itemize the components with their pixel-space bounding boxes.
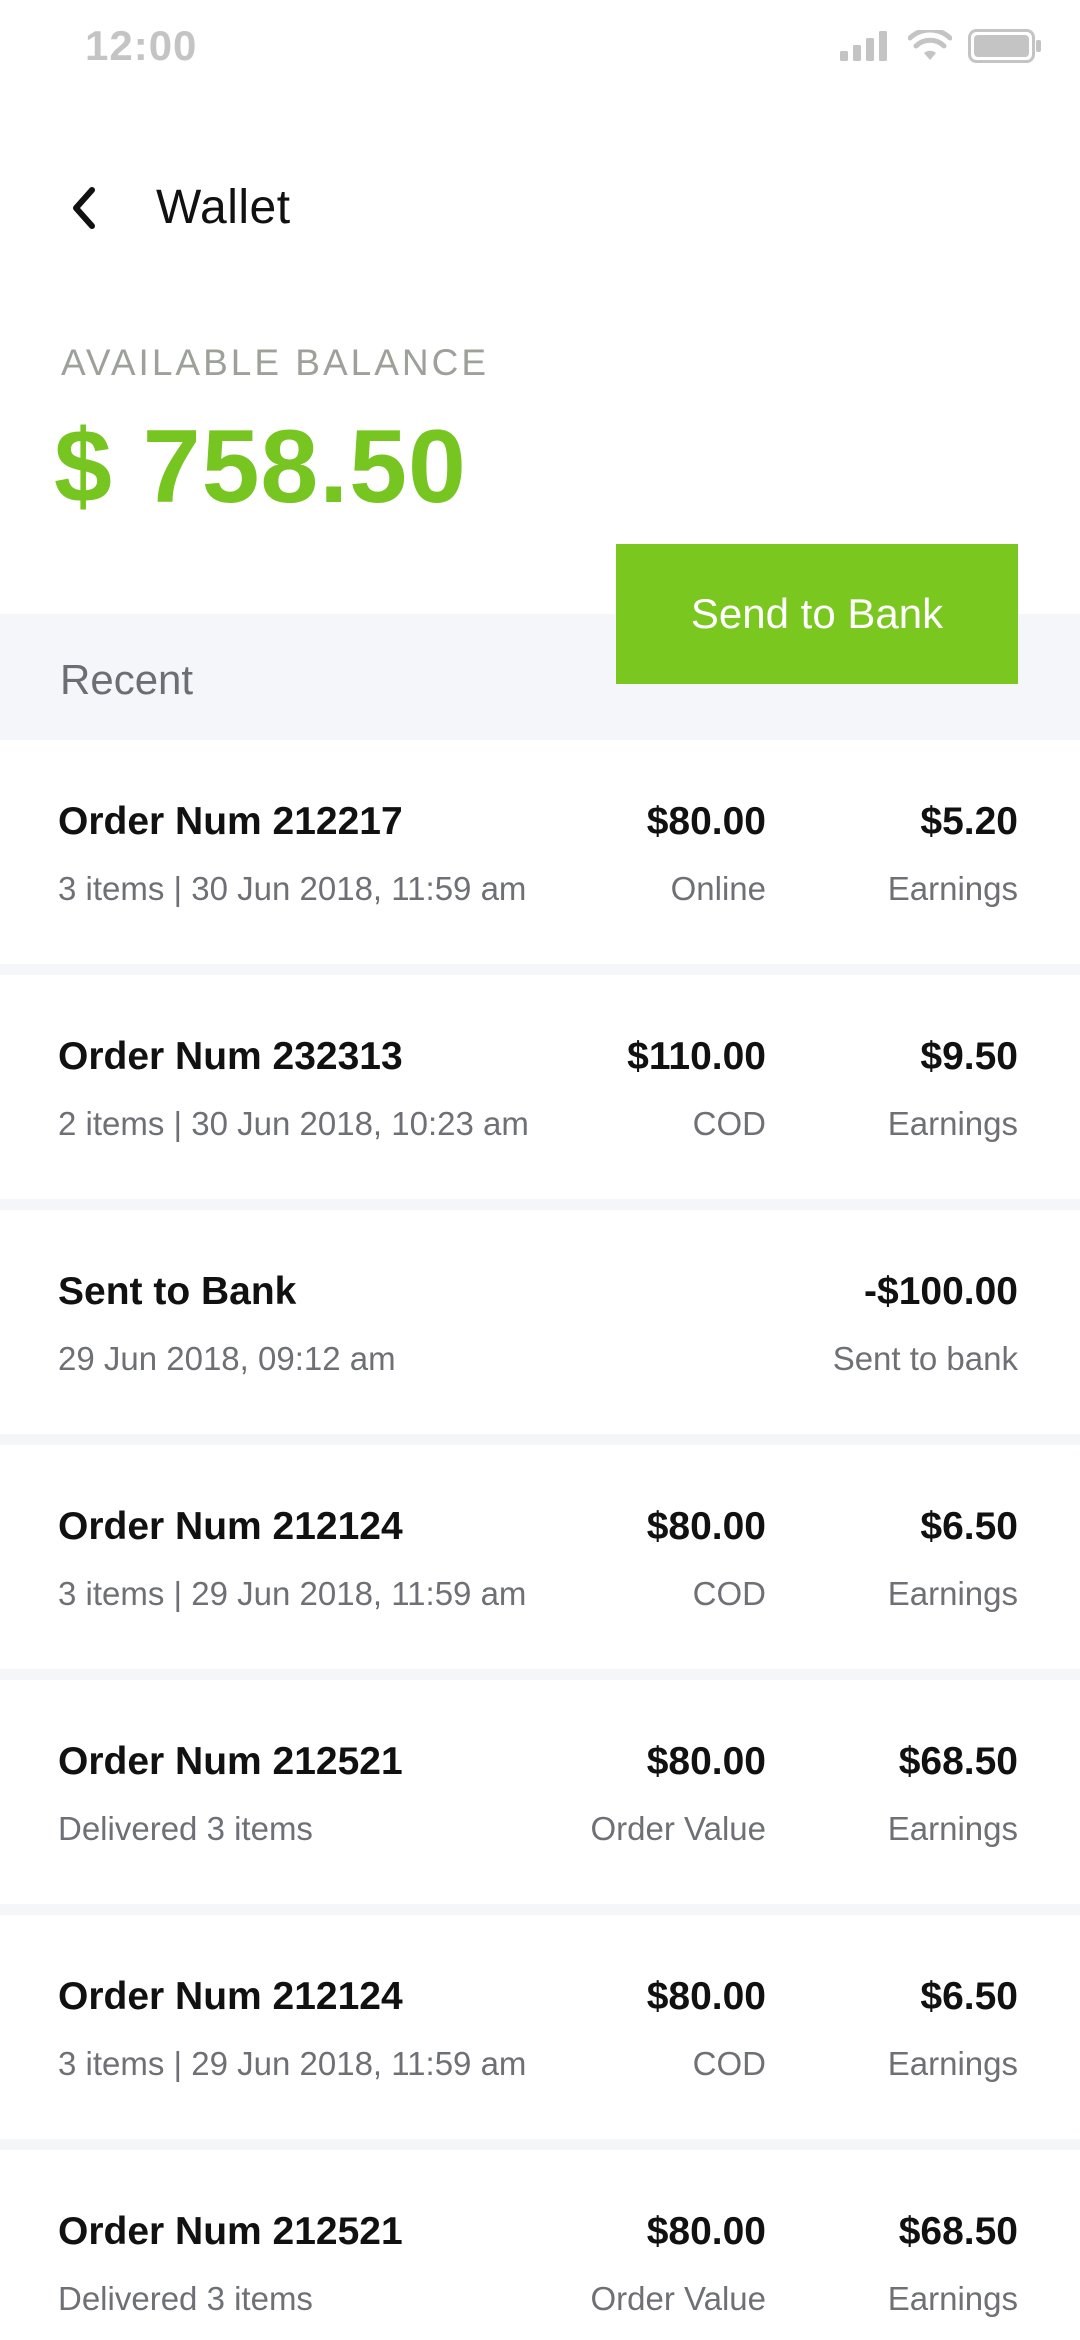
status-icons [840,27,1042,68]
transaction-payment-type: Order Value [590,1810,766,1847]
status-time: 12:00 [85,22,198,69]
status-bar: 12:00 [0,0,1080,96]
transaction-earning-label: Earnings [887,2045,1018,2082]
transaction-row[interactable]: Order Num 212124 3 items | 29 Jun 2018, … [0,1915,1080,2139]
transaction-row[interactable]: Order Num 212521 Delivered 3 items $80.0… [0,1680,1080,1904]
transaction-earning: $68.50 [898,1740,1018,1783]
transaction-earning: -$100.00 [864,1270,1018,1313]
transaction-earning-label: Earnings [887,1810,1018,1847]
wifi-icon [907,27,953,67]
transaction-subtitle: 3 items | 30 Jun 2018, 11:59 am [58,870,527,907]
transaction-row[interactable]: Order Num 212217 3 items | 30 Jun 2018, … [0,740,1080,964]
transaction-earning: $68.50 [898,2210,1018,2253]
page-title: Wallet [156,181,291,234]
transaction-earning-label: Earnings [887,1575,1018,1612]
app-header: Wallet [0,150,1080,270]
transaction-earning: $5.20 [920,800,1018,843]
transaction-subtitle: Delivered 3 items [58,2280,313,2317]
wallet-screen: 12:00 Wallet AVAILABLE BALANCE $ 758.50 … [0,0,1080,2340]
transaction-row[interactable]: Order Num 232313 2 items | 30 Jun 2018, … [0,975,1080,1199]
transaction-title: Order Num 212217 [58,800,403,843]
signal-icon [840,30,892,66]
transaction-title: Order Num 212124 [58,1505,403,1548]
transaction-subtitle: Delivered 3 items [58,1810,313,1847]
battery-icon [968,28,1042,68]
chevron-left-icon [64,184,104,237]
transaction-amount: $80.00 [646,1740,766,1783]
transaction-title: Sent to Bank [58,1270,297,1313]
transaction-list: Order Num 212217 3 items | 30 Jun 2018, … [0,740,1080,2340]
transaction-payment-type: COD [692,1575,766,1612]
transaction-payment-type: COD [692,1105,766,1142]
transaction-subtitle: 29 Jun 2018, 09:12 am [58,1340,396,1377]
transaction-title: Order Num 232313 [58,1035,403,1078]
transaction-row[interactable]: Order Num 212521 Delivered 3 items $80.0… [0,2150,1080,2340]
transaction-earning: $6.50 [920,1505,1018,1548]
back-button[interactable] [48,174,120,246]
transaction-title: Order Num 212124 [58,1975,403,2018]
recent-label: Recent [60,656,194,703]
transaction-earning-label: Earnings [887,1105,1018,1142]
balance-label: AVAILABLE BALANCE [61,342,490,383]
transaction-amount: $80.00 [646,800,766,843]
transaction-payment-type: Order Value [590,2280,766,2317]
transaction-row[interactable]: Order Num 212124 3 items | 29 Jun 2018, … [0,1445,1080,1669]
transaction-title: Order Num 212521 [58,2210,403,2253]
transaction-earning-label: Earnings [887,870,1018,907]
transaction-earning: $6.50 [920,1975,1018,2018]
transaction-amount: $80.00 [646,2210,766,2253]
transaction-payment-type: COD [692,2045,766,2082]
transaction-amount: $110.00 [627,1035,766,1078]
transaction-earning-label: Earnings [887,2280,1018,2317]
balance-amount: $ 758.50 [54,409,467,525]
transaction-earning-label: Sent to bank [832,1340,1018,1377]
transaction-row[interactable]: Sent to Bank 29 Jun 2018, 09:12 am -$100… [0,1210,1080,1434]
transaction-amount: $80.00 [646,1975,766,2018]
transaction-subtitle: 3 items | 29 Jun 2018, 11:59 am [58,1575,527,1612]
transaction-amount: $80.00 [646,1505,766,1548]
send-to-bank-button[interactable]: Send to Bank [616,544,1018,684]
transaction-subtitle: 2 items | 30 Jun 2018, 10:23 am [58,1105,529,1142]
transaction-earning: $9.50 [920,1035,1018,1078]
transaction-subtitle: 3 items | 29 Jun 2018, 11:59 am [58,2045,527,2082]
transaction-title: Order Num 212521 [58,1740,403,1783]
transaction-payment-type: Online [670,870,766,907]
